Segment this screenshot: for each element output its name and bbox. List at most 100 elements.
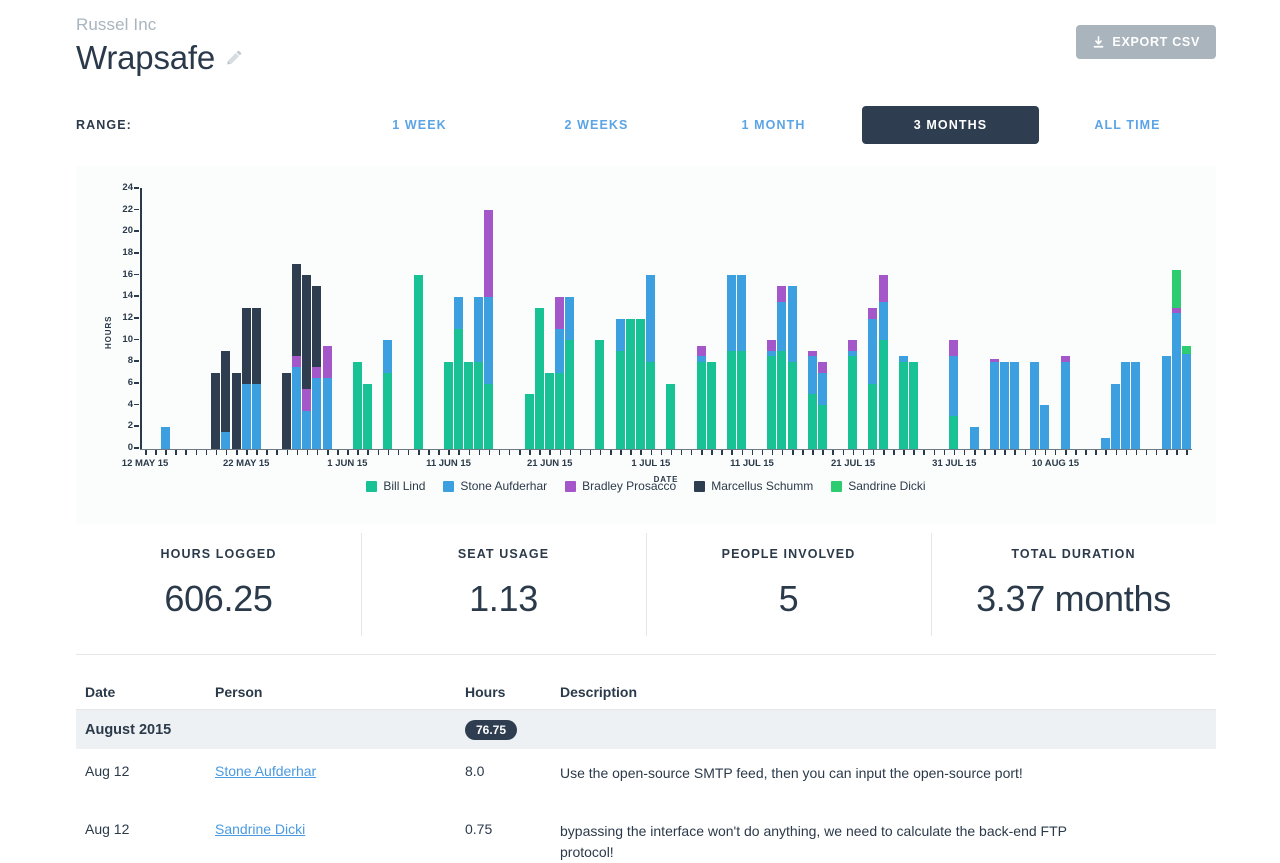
- chart-bar[interactable]: [534, 307, 544, 449]
- chart-bar[interactable]: [908, 361, 918, 449]
- chart-bar[interactable]: [524, 394, 534, 449]
- chart-bar-slot[interactable]: [1050, 189, 1060, 449]
- chart-bar-slot[interactable]: [393, 189, 403, 449]
- chart-bar[interactable]: [999, 361, 1009, 449]
- chart-bar-slot[interactable]: [565, 189, 575, 449]
- chart-bar-slot[interactable]: [807, 189, 817, 449]
- chart-bar-slot[interactable]: [261, 189, 271, 449]
- chart-bar-slot[interactable]: [615, 189, 625, 449]
- chart-bar-slot[interactable]: [1111, 189, 1121, 449]
- chart-bar-slot[interactable]: [474, 189, 484, 449]
- chart-bar-slot[interactable]: [201, 189, 211, 449]
- chart-bar[interactable]: [706, 361, 716, 449]
- chart-bar[interactable]: [1131, 361, 1141, 449]
- chart-bar[interactable]: [1030, 361, 1040, 449]
- chart-bar[interactable]: [1009, 361, 1019, 449]
- chart-bar-slot[interactable]: [1040, 189, 1050, 449]
- chart-bar-slot[interactable]: [373, 189, 383, 449]
- chart-bar-slot[interactable]: [969, 189, 979, 449]
- chart-bar[interactable]: [362, 383, 372, 449]
- chart-bar-slot[interactable]: [747, 189, 757, 449]
- chart-bar[interactable]: [898, 356, 908, 449]
- chart-bar-slot[interactable]: [949, 189, 959, 449]
- chart-bar[interactable]: [1181, 345, 1191, 449]
- chart-bar-slot[interactable]: [999, 189, 1009, 449]
- chart-bar-slot[interactable]: [878, 189, 888, 449]
- chart-bar-slot[interactable]: [696, 189, 706, 449]
- legend-item[interactable]: Stone Aufderhar: [443, 479, 547, 493]
- chart-bar-slot[interactable]: [787, 189, 797, 449]
- chart-bar-slot[interactable]: [332, 189, 342, 449]
- chart-bar-slot[interactable]: [504, 189, 514, 449]
- chart-bar-slot[interactable]: [959, 189, 969, 449]
- range-option-all-time[interactable]: ALL TIME: [1039, 106, 1216, 144]
- chart-bar-slot[interactable]: [150, 189, 160, 449]
- chart-bar-slot[interactable]: [797, 189, 807, 449]
- chart-bar[interactable]: [666, 383, 676, 449]
- chart-bar-slot[interactable]: [413, 189, 423, 449]
- pencil-icon[interactable]: [225, 49, 243, 67]
- chart-bar-slot[interactable]: [827, 189, 837, 449]
- chart-bar-slot[interactable]: [1009, 189, 1019, 449]
- chart-bar-slot[interactable]: [686, 189, 696, 449]
- range-option-2-weeks[interactable]: 2 WEEKS: [508, 106, 685, 144]
- chart-bar-slot[interactable]: [160, 189, 170, 449]
- chart-bar[interactable]: [595, 340, 605, 449]
- chart-bar[interactable]: [817, 361, 827, 449]
- chart-bar-slot[interactable]: [140, 189, 150, 449]
- chart-bar-slot[interactable]: [1060, 189, 1070, 449]
- chart-bar-slot[interactable]: [625, 189, 635, 449]
- chart-bar-slot[interactable]: [1070, 189, 1080, 449]
- chart-bar-slot[interactable]: [312, 189, 322, 449]
- chart-bar[interactable]: [443, 361, 453, 449]
- chart-bar[interactable]: [1060, 356, 1070, 449]
- chart-bar[interactable]: [646, 275, 656, 449]
- chart-bar-slot[interactable]: [868, 189, 878, 449]
- chart-bar-slot[interactable]: [383, 189, 393, 449]
- chart-bar-slot[interactable]: [605, 189, 615, 449]
- chart-bar[interactable]: [1100, 437, 1110, 449]
- chart-bar-slot[interactable]: [352, 189, 362, 449]
- chart-bar[interactable]: [484, 210, 494, 449]
- chart-bar-slot[interactable]: [342, 189, 352, 449]
- chart-bar-slot[interactable]: [575, 189, 585, 449]
- person-link[interactable]: Stone Aufderhar: [215, 763, 316, 779]
- chart-bar-slot[interactable]: [979, 189, 989, 449]
- chart-bar[interactable]: [1111, 383, 1121, 449]
- chart-bar-slot[interactable]: [362, 189, 372, 449]
- chart-bar-slot[interactable]: [524, 189, 534, 449]
- chart-bar[interactable]: [453, 296, 463, 449]
- export-csv-button[interactable]: EXPORT CSV: [1076, 25, 1216, 59]
- chart-bar[interactable]: [251, 307, 261, 449]
- chart-bar-slot[interactable]: [736, 189, 746, 449]
- chart-bar[interactable]: [1040, 405, 1050, 449]
- chart-bar-slot[interactable]: [191, 189, 201, 449]
- chart-bar-slot[interactable]: [645, 189, 656, 449]
- chart-bar-slot[interactable]: [180, 189, 190, 449]
- chart-bar-slot[interactable]: [433, 189, 443, 449]
- chart-bar[interactable]: [221, 351, 231, 449]
- chart-bar[interactable]: [413, 275, 423, 449]
- chart-bar-slot[interactable]: [848, 189, 858, 449]
- chart-bar-slot[interactable]: [484, 189, 494, 449]
- chart-bar-slot[interactable]: [170, 189, 180, 449]
- chart-bar-slot[interactable]: [211, 189, 221, 449]
- chart-bar-slot[interactable]: [282, 189, 292, 449]
- chart-bar[interactable]: [989, 359, 999, 449]
- chart-bar[interactable]: [292, 264, 302, 449]
- range-option-1-week[interactable]: 1 WEEK: [331, 106, 508, 144]
- chart-bar[interactable]: [474, 296, 484, 449]
- chart-bar-slot[interactable]: [403, 189, 413, 449]
- chart-bar[interactable]: [1121, 361, 1131, 449]
- legend-item[interactable]: Marcellus Schumm: [694, 479, 813, 493]
- chart-bar-slot[interactable]: [929, 189, 939, 449]
- chart-bar-slot[interactable]: [726, 189, 736, 449]
- chart-bar[interactable]: [241, 307, 251, 449]
- legend-item[interactable]: Bill Lind: [366, 479, 425, 493]
- chart-bar-slot[interactable]: [494, 189, 504, 449]
- chart-bar-slot[interactable]: [898, 189, 908, 449]
- chart-bar[interactable]: [696, 345, 706, 449]
- chart-bar-slot[interactable]: [888, 189, 898, 449]
- chart-bar-slot[interactable]: [544, 189, 554, 449]
- chart-bar-slot[interactable]: [706, 189, 716, 449]
